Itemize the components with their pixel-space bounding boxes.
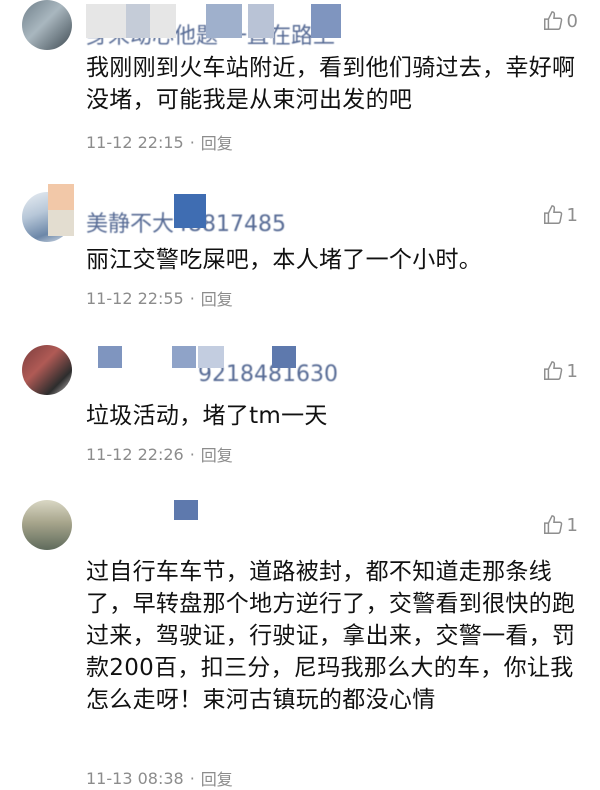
thumbs-up-icon [543, 205, 562, 224]
reply-button[interactable]: 回复 [201, 766, 233, 790]
timestamp: 11-13 08:38 [86, 768, 184, 788]
username[interactable]: 9218481630 [86, 346, 346, 387]
privacy-mosaic [172, 346, 196, 368]
like-count: 1 [566, 360, 578, 382]
comment-text: 我刚刚到火车站附近，看到他们骑过去，幸好啊没堵，可能我是从束河出发的吧 [86, 55, 576, 113]
avatar[interactable] [22, 500, 72, 550]
timestamp: 11-12 22:26 [86, 444, 184, 464]
comment-meta: 11-12 22:15 · 回复 [86, 130, 233, 154]
like-button[interactable]: 1 [542, 204, 578, 226]
privacy-mosaic [272, 346, 296, 368]
username[interactable]: 身来动心他题 一直在路上 [86, 4, 386, 49]
privacy-mosaic [206, 4, 242, 38]
like-count: 1 [566, 204, 578, 226]
comment-meta: 11-12 22:26 · 回复 [86, 442, 233, 466]
privacy-mosaic [174, 500, 198, 520]
privacy-mosaic [311, 4, 341, 38]
comment-text: 过自行车车节，道路被封，都不知道走那条线了，早转盘那个地方逆行了，交警看到很快的… [86, 559, 576, 713]
comment-meta: 11-13 08:38 · 回复 [86, 766, 233, 790]
comment-meta: 11-12 22:55 · 回复 [86, 286, 233, 310]
privacy-mosaic [48, 184, 74, 210]
privacy-mosaic [98, 346, 122, 368]
separator: · [189, 444, 195, 464]
username[interactable] [86, 500, 286, 534]
username[interactable]: 美静不大48817485 [48, 184, 346, 237]
like-count: 1 [566, 514, 578, 536]
privacy-mosaic [174, 194, 206, 228]
separator: · [189, 288, 195, 308]
like-button[interactable]: 0 [542, 10, 578, 32]
timestamp: 11-12 22:55 [86, 288, 184, 308]
thumbs-up-icon [543, 361, 562, 380]
like-count: 0 [566, 10, 578, 32]
avatar[interactable] [22, 345, 72, 395]
avatar[interactable] [22, 0, 72, 50]
reply-button[interactable]: 回复 [201, 130, 233, 154]
privacy-mosaic [198, 346, 224, 368]
reply-button[interactable]: 回复 [201, 442, 233, 466]
thumbs-up-icon [543, 515, 562, 534]
privacy-mosaic [48, 210, 74, 236]
like-button[interactable]: 1 [542, 514, 578, 536]
like-button[interactable]: 1 [542, 360, 578, 382]
timestamp: 11-12 22:15 [86, 132, 184, 152]
separator: · [189, 768, 195, 788]
thumbs-up-icon [543, 11, 562, 30]
privacy-mosaic [126, 4, 150, 38]
separator: · [189, 132, 195, 152]
privacy-mosaic [248, 4, 274, 38]
comment-text: 垃圾活动，堵了tm一天 [86, 403, 328, 429]
reply-button[interactable]: 回复 [201, 286, 233, 310]
comment-text: 丽江交警吃屎吧，本人堵了一个小时。 [86, 247, 483, 273]
